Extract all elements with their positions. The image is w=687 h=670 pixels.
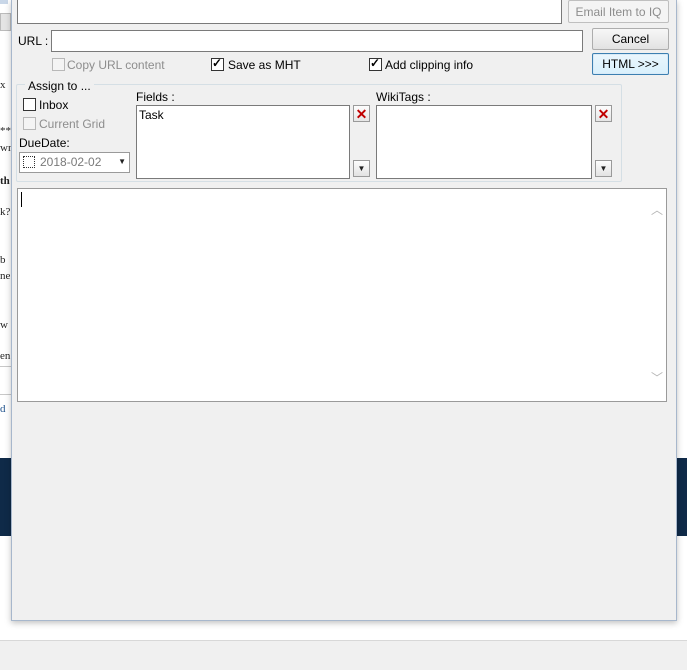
background-text-fragment	[0, 0, 8, 4]
clear-wikitags-button[interactable]: ✕	[595, 105, 612, 122]
wikitags-label: WikiTags :	[376, 90, 431, 104]
background-text-fragment: x	[0, 79, 6, 91]
chevron-down-icon: ▼	[599, 164, 608, 173]
background-text-fragment: ne	[0, 270, 11, 282]
fields-list[interactable]: Task	[136, 105, 350, 179]
assign-group-title: Assign to ...	[25, 79, 94, 93]
checkmark-icon: ✓	[212, 56, 223, 70]
chevron-down-icon[interactable]: ▼	[118, 157, 126, 166]
fields-dropdown-button[interactable]: ▼	[353, 160, 370, 177]
background-text-fragment: **	[0, 125, 11, 137]
background-status-bar	[0, 640, 687, 670]
copy-url-content-label: Copy URL content	[67, 58, 165, 72]
background-divider	[0, 366, 11, 367]
background-divider	[0, 394, 11, 395]
background-tab-stub	[0, 13, 11, 31]
chevron-down-icon: ▼	[357, 164, 366, 173]
checkmark-icon: ✓	[370, 56, 381, 70]
body-textarea[interactable]: ︿ ﹀	[17, 188, 667, 402]
title-input[interactable]	[17, 0, 562, 24]
url-input[interactable]	[51, 30, 583, 52]
background-text-fragment: th	[0, 175, 10, 187]
copy-url-content-checkbox[interactable]	[52, 58, 65, 71]
background-text-fragment: d	[0, 403, 6, 415]
current-grid-label: Current Grid	[39, 117, 106, 131]
fields-label: Fields :	[136, 90, 175, 104]
close-icon: ✕	[355, 105, 368, 122]
background-text-fragment: w	[0, 319, 8, 331]
scroll-up-icon[interactable]: ︿	[651, 201, 663, 218]
url-label: URL :	[18, 34, 49, 48]
wikitags-dropdown-button[interactable]: ▼	[595, 160, 612, 177]
inbox-checkbox[interactable]	[23, 98, 36, 111]
email-item-label: Email Item to IQ	[575, 4, 662, 19]
background-text-fragment: wr	[0, 142, 12, 154]
scroll-down-icon[interactable]: ﹀	[651, 369, 663, 386]
due-date-label: DueDate:	[19, 136, 70, 150]
due-date-picker[interactable]: 2018-02-02 ▼	[19, 152, 130, 173]
text-caret	[21, 192, 22, 207]
save-as-mht-label: Save as MHT	[228, 58, 301, 72]
inbox-label: Inbox	[39, 98, 69, 112]
due-date-checkbox[interactable]	[23, 156, 35, 168]
html-expand-button[interactable]: HTML >>>	[592, 53, 669, 75]
due-date-value: 2018-02-02	[40, 155, 102, 169]
add-clipping-info-checkbox[interactable]: ✓	[369, 56, 382, 71]
email-item-button[interactable]: Email Item to IQ	[568, 0, 669, 23]
cancel-label: Cancel	[611, 32, 650, 46]
html-expand-label: HTML >>>	[602, 57, 659, 71]
list-item[interactable]: Task	[139, 108, 164, 122]
background-text-fragment: k?	[0, 206, 11, 218]
add-clipping-info-label: Add clipping info	[385, 58, 474, 72]
cancel-button[interactable]: Cancel	[592, 28, 669, 50]
background-text-fragment: en	[0, 350, 11, 362]
clip-dialog: Email Item to IQ URL : Cancel HTML >>> C…	[11, 0, 677, 621]
wikitags-list[interactable]	[376, 105, 592, 179]
clear-fields-button[interactable]: ✕	[353, 105, 370, 122]
background-text-fragment: b	[0, 254, 6, 266]
current-grid-checkbox[interactable]	[23, 117, 36, 130]
save-as-mht-checkbox[interactable]: ✓	[211, 56, 224, 71]
close-icon: ✕	[597, 105, 610, 122]
